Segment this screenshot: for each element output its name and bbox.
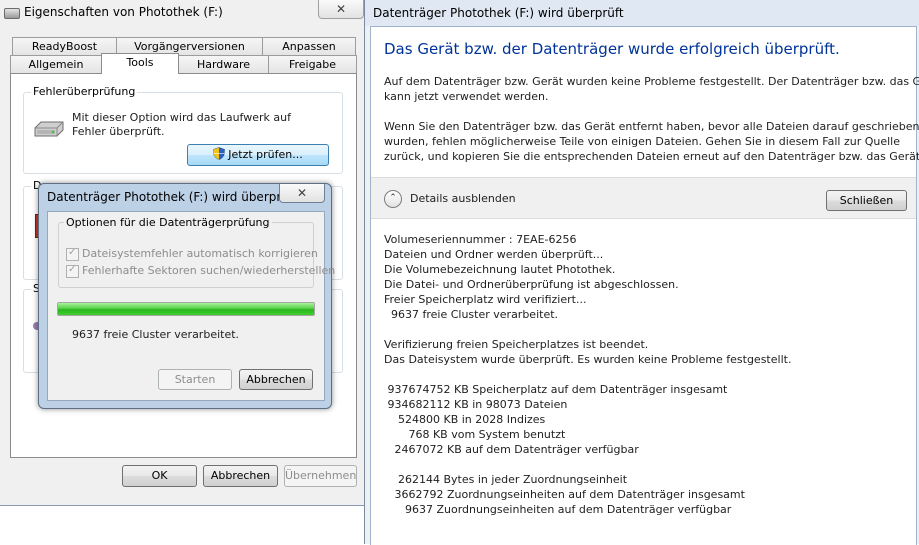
details-toggle-label[interactable]: Details ausblenden	[410, 192, 516, 205]
result-headline: Das Gerät bzw. der Datenträger wurde erf…	[384, 40, 840, 58]
result-paragraph-2-line-2: wurden, fehlen möglicherweise Teile von …	[384, 135, 900, 148]
properties-titlebar[interactable]: Eigenschaften von Photothek (F:) ✕	[0, 0, 364, 26]
start-button[interactable]: Starten	[158, 369, 232, 390]
log-line: 262144 Bytes in jeder Zuordnungseinheit	[384, 473, 628, 486]
properties-title: Eigenschaften von Photothek (F:)	[24, 5, 223, 19]
fix-errors-label: Dateisystemfehler automatisch korrigiere…	[82, 247, 318, 260]
tab-allgemein[interactable]: Allgemein	[10, 55, 102, 73]
fix-errors-checkbox[interactable]	[66, 247, 79, 261]
drive-icon	[4, 8, 20, 19]
ok-button[interactable]: OK	[122, 465, 197, 487]
progress-dialog-close-button[interactable]: ✕	[279, 184, 325, 203]
details-toggle-icon[interactable]: ⌃	[384, 190, 402, 208]
result-titlebar[interactable]: Datenträger Photothek (F:) wird überprüf…	[365, 0, 919, 26]
close-result-button[interactable]: Schließen	[826, 190, 907, 211]
log-line: 3662792 Zuordnungseinheiten auf dem Date…	[384, 488, 745, 501]
log-line: 9637 freie Cluster verarbeitet.	[384, 308, 559, 321]
scan-sectors-label: Fehlerhafte Sektoren suchen/wiederherste…	[82, 264, 336, 277]
apply-button[interactable]: Übernehmen	[284, 465, 357, 487]
log-line: Volumeseriennummer : 7EAE-6256	[384, 233, 577, 246]
log-line: Verifizierung freien Speicherplatzes ist…	[384, 338, 649, 351]
check-now-label: Jetzt prüfen...	[228, 148, 303, 161]
check-now-button[interactable]: Jetzt prüfen...	[187, 144, 329, 166]
log-line: Die Volumebezeichnung lautet Photothek.	[384, 263, 616, 276]
result-paragraph-2-line-1: Wenn Sie den Datenträger bzw. das Gerät …	[384, 120, 919, 133]
check-result-window: Datenträger Photothek (F:) wird überprüf…	[364, 0, 919, 545]
progress-cancel-button[interactable]: Abbrechen	[239, 369, 313, 390]
check-progress-dialog: Datenträger Photothek (F:) wird überprüf…	[38, 183, 335, 409]
details-log: Volumeseriennummer : 7EAE-6256 Dateien un…	[384, 232, 909, 517]
error-check-group-label: Fehlerüberprüfung	[31, 85, 138, 98]
tab-anpassen[interactable]: Anpassen	[262, 37, 356, 55]
progress-dialog-title: Datenträger Photothek (F:) wird überprüf…	[47, 190, 298, 204]
check-progress-bar	[57, 302, 315, 316]
error-check-description-1: Mit dieser Option wird das Laufwerk auf	[72, 111, 291, 124]
result-paragraph-1: Auf dem Datenträger bzw. Gerät wurden ke…	[384, 74, 919, 104]
log-line: 9637 Zuordnungseinheiten auf dem Datentr…	[384, 503, 732, 516]
result-body: Das Gerät bzw. der Datenträger wurde erf…	[370, 26, 919, 545]
log-line: 768 KB vom System benutzt	[384, 428, 566, 441]
details-separator-bottom	[371, 218, 916, 219]
log-line: Freier Speicherplatz wird verifiziert...	[384, 293, 587, 306]
uac-shield-icon	[213, 147, 226, 167]
log-line: Dateien und Ordner werden überprüft...	[384, 248, 604, 261]
log-line: 2467072 KB auf dem Datenträger verfügbar	[384, 443, 639, 456]
hard-drive-icon	[33, 120, 65, 138]
log-line: 937674752 KB Speicherplatz auf dem Daten…	[384, 383, 728, 396]
check-progress-fill	[58, 303, 314, 315]
result-paragraph-1-line-1: Auf dem Datenträger bzw. Gerät wurden ke…	[384, 75, 919, 88]
properties-close-button[interactable]: ✕	[318, 0, 364, 19]
error-check-description-2: Fehler überprüft.	[72, 125, 165, 138]
check-options-label: Optionen für die Datenträgerprüfung	[64, 216, 272, 229]
scan-sectors-checkbox[interactable]	[66, 264, 79, 278]
log-line: Das Dateisystem wurde überprüft. Es wurd…	[384, 353, 792, 366]
tab-hardware[interactable]: Hardware	[178, 55, 269, 73]
result-paragraph-2: Wenn Sie den Datenträger bzw. das Gerät …	[384, 119, 919, 164]
result-paragraph-1-line-2: kann jetzt verwendet werden.	[384, 90, 549, 103]
result-title: Datenträger Photothek (F:) wird überprüf…	[373, 6, 624, 20]
log-line: 524800 KB in 2028 Indizes	[384, 413, 546, 426]
log-line: 934682112 KB in 98073 Dateien	[384, 398, 568, 411]
log-line: Die Datei- und Ordnerüberprüfung ist abg…	[384, 278, 679, 291]
progress-status: 9637 freie Cluster verarbeitet.	[72, 328, 240, 341]
tab-tools[interactable]: Tools	[101, 53, 179, 74]
progress-dialog-content: Optionen für die Datenträgerprüfung Date…	[47, 211, 335, 401]
cancel-button[interactable]: Abbrechen	[203, 465, 278, 487]
tab-freigabe[interactable]: Freigabe	[268, 55, 357, 73]
details-band: ⌃ Details ausblenden Schließen	[371, 178, 916, 218]
result-paragraph-2-line-3: zurück, und kopieren Sie die entsprechen…	[384, 150, 919, 163]
